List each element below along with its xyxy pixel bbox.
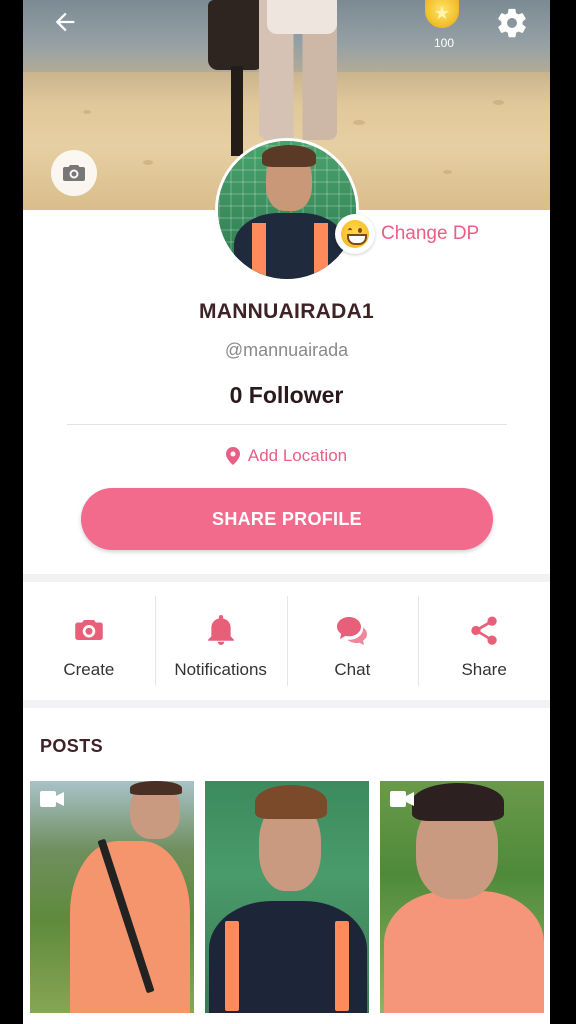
video-icon	[390, 791, 414, 807]
notifications-label: Notifications	[174, 660, 267, 679]
divider	[67, 424, 507, 425]
share-button[interactable]: Share	[418, 582, 550, 700]
chat-button[interactable]: Chat	[286, 582, 419, 700]
create-button[interactable]: Create	[23, 582, 155, 700]
posts-title: POSTS	[40, 736, 104, 756]
chat-label: Chat	[334, 660, 371, 679]
grinning-emoji-icon	[335, 214, 375, 254]
notifications-button[interactable]: Notifications	[154, 582, 287, 700]
chat-icon	[336, 614, 368, 646]
follower-count[interactable]: 0 Follower	[23, 382, 550, 409]
camera-icon	[73, 614, 105, 646]
back-arrow-icon[interactable]	[49, 8, 81, 40]
post-thumbnail[interactable]	[380, 781, 544, 1013]
change-dp-button[interactable]: Change DP	[335, 212, 479, 256]
coin-count: 100	[433, 36, 455, 50]
post-thumbnail[interactable]	[205, 781, 369, 1013]
profile-username: MANNUAIRADA1	[198, 300, 375, 323]
share-icon	[468, 614, 500, 646]
profile-handle: @mannuairada	[224, 340, 349, 360]
profile-screen: ★ 100 Change DP MANNUAIRADA1 @mannuairad…	[23, 0, 550, 1024]
add-location-label: Add Location	[247, 446, 348, 465]
share-profile-button[interactable]: SHARE PROFILE	[81, 488, 493, 550]
create-label: Create	[63, 660, 115, 679]
add-location-button[interactable]: Add Location	[23, 446, 550, 466]
posts-section: POSTS	[23, 708, 550, 1024]
settings-gear-icon[interactable]	[495, 6, 529, 40]
bell-icon	[205, 614, 237, 646]
action-bar: Create Notifications Chat Share	[23, 582, 550, 700]
avatar[interactable]	[215, 138, 359, 282]
change-cover-camera-icon[interactable]	[51, 150, 97, 196]
share-label: Share	[461, 660, 507, 679]
change-dp-label: Change DP	[381, 223, 480, 244]
video-icon	[40, 791, 64, 807]
post-thumbnail[interactable]	[30, 781, 194, 1013]
location-pin-icon	[225, 447, 240, 465]
